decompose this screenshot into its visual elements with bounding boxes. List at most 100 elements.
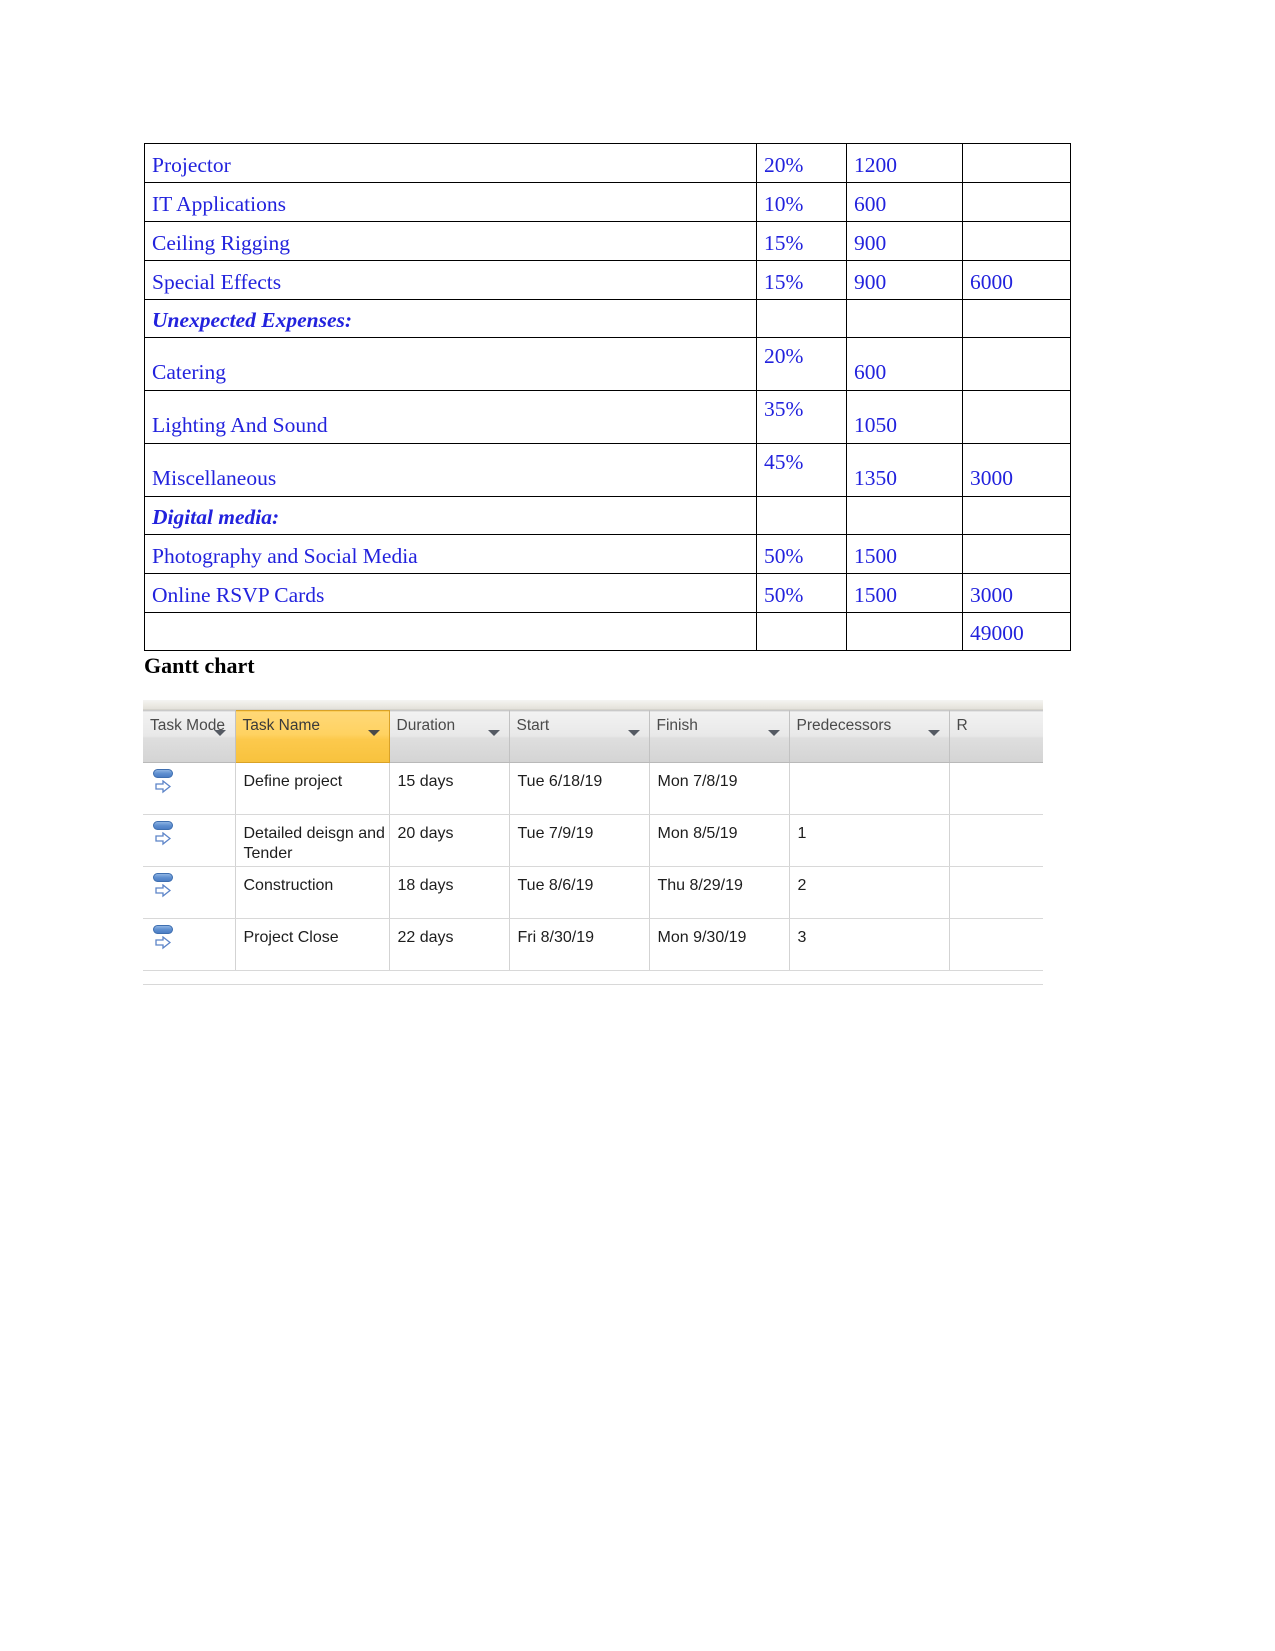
row-percent bbox=[756, 299, 847, 338]
manually-scheduled-icon bbox=[153, 769, 179, 799]
cell-task-mode[interactable] bbox=[143, 814, 236, 867]
table-row: Special Effects 15% 900 6000 bbox=[144, 260, 1071, 300]
column-header-clipped[interactable]: R bbox=[949, 710, 1043, 763]
table-row: Lighting And Sound 35% 1050 bbox=[144, 390, 1071, 444]
cell-task-name[interactable]: Project Close bbox=[235, 918, 390, 971]
cell-duration[interactable]: 20 days bbox=[389, 814, 510, 867]
cell-finish[interactable]: Mon 7/8/19 bbox=[649, 762, 790, 815]
table-row[interactable]: Construction 18 days Tue 8/6/19 Thu 8/29… bbox=[143, 866, 1043, 919]
table-row[interactable]: Project Close 22 days Fri 8/30/19 Mon 9/… bbox=[143, 918, 1043, 971]
gantt-grid-bottom-border bbox=[143, 984, 1043, 985]
chevron-down-icon[interactable] bbox=[627, 730, 640, 736]
cell-clipped[interactable] bbox=[949, 814, 1043, 867]
row-subtotal bbox=[962, 182, 1071, 222]
cell-duration[interactable]: 18 days bbox=[389, 866, 510, 919]
chevron-down-icon[interactable] bbox=[767, 730, 780, 736]
cell-task-name[interactable]: Detailed deisgn and Tender bbox=[235, 814, 390, 867]
grand-total-value: 49000 bbox=[962, 612, 1071, 651]
row-amount: 1350 bbox=[846, 443, 963, 497]
row-subtotal bbox=[962, 299, 1071, 338]
column-header-task-mode[interactable]: Task Mode bbox=[143, 710, 236, 763]
row-percent: 50% bbox=[756, 534, 847, 574]
row-percent: 10% bbox=[756, 182, 847, 222]
row-item-name: Special Effects bbox=[144, 260, 757, 300]
row-item-name: Online RSVP Cards bbox=[144, 573, 757, 613]
row-amount: 1500 bbox=[846, 573, 963, 613]
manually-scheduled-icon bbox=[153, 925, 179, 955]
cell-predecessors[interactable] bbox=[789, 762, 950, 815]
chevron-down-icon[interactable] bbox=[487, 730, 500, 736]
row-item-name: Catering bbox=[144, 337, 757, 391]
cell-start[interactable]: Fri 8/30/19 bbox=[509, 918, 650, 971]
row-subtotal bbox=[962, 337, 1071, 391]
row-subtotal bbox=[962, 534, 1071, 574]
table-row: Ceiling Rigging 15% 900 bbox=[144, 221, 1071, 261]
table-row: Projector 20% 1200 bbox=[144, 143, 1071, 183]
table-row[interactable]: Detailed deisgn and Tender 20 days Tue 7… bbox=[143, 814, 1043, 867]
gantt-header-row: Task Mode Task Name Duration Start Finis… bbox=[143, 710, 1043, 763]
cell-start[interactable]: Tue 6/18/19 bbox=[509, 762, 650, 815]
column-header-start[interactable]: Start bbox=[509, 710, 650, 763]
section-title-digital-media: Digital media: bbox=[144, 496, 757, 535]
row-item-name: Lighting And Sound bbox=[144, 390, 757, 444]
column-header-duration[interactable]: Duration bbox=[389, 710, 510, 763]
table-row: Miscellaneous 45% 1350 3000 bbox=[144, 443, 1071, 497]
row-amount: 1050 bbox=[846, 390, 963, 444]
pin-bar-shape bbox=[153, 873, 173, 882]
arrow-right-shape bbox=[155, 884, 171, 898]
row-percent: 20% bbox=[756, 143, 847, 183]
column-header-predecessors[interactable]: Predecessors bbox=[789, 710, 950, 763]
row-percent: 15% bbox=[756, 221, 847, 261]
row-amount: 600 bbox=[846, 337, 963, 391]
cell-task-mode[interactable] bbox=[143, 762, 236, 815]
table-row: IT Applications 10% 600 bbox=[144, 182, 1071, 222]
cell-finish[interactable]: Thu 8/29/19 bbox=[649, 866, 790, 919]
chevron-down-icon[interactable] bbox=[927, 730, 940, 736]
gantt-table-header: Task Mode Task Name Duration Start Finis… bbox=[143, 710, 1043, 763]
arrow-right-shape bbox=[155, 780, 171, 794]
cell-clipped[interactable] bbox=[949, 762, 1043, 815]
cell-task-name[interactable]: Construction bbox=[235, 866, 390, 919]
arrow-right-shape bbox=[155, 936, 171, 950]
cell-duration[interactable]: 22 days bbox=[389, 918, 510, 971]
gantt-chart-heading: Gantt chart bbox=[144, 653, 255, 678]
cell-predecessors[interactable]: 2 bbox=[789, 866, 950, 919]
row-percent: 45% bbox=[756, 443, 847, 497]
row-percent bbox=[756, 612, 847, 651]
table-row: Photography and Social Media 50% 1500 bbox=[144, 534, 1071, 574]
cell-duration[interactable]: 15 days bbox=[389, 762, 510, 815]
row-subtotal: 3000 bbox=[962, 443, 1071, 497]
gantt-chart-screenshot: Task Mode Task Name Duration Start Finis… bbox=[143, 700, 1043, 985]
row-item-name: IT Applications bbox=[144, 182, 757, 222]
table-row[interactable]: Define project 15 days Tue 6/18/19 Mon 7… bbox=[143, 762, 1043, 815]
chevron-down-icon[interactable] bbox=[367, 730, 380, 736]
chevron-down-icon[interactable] bbox=[213, 730, 226, 736]
column-header-task-name-label: Task Name bbox=[242, 717, 321, 734]
row-subtotal bbox=[962, 221, 1071, 261]
cell-task-mode[interactable] bbox=[143, 918, 236, 971]
document-page: Projector 20% 1200 IT Applications 10% 6… bbox=[0, 0, 1275, 1651]
column-header-task-name[interactable]: Task Name bbox=[234, 710, 390, 763]
cell-task-name[interactable]: Define project bbox=[235, 762, 390, 815]
row-percent: 15% bbox=[756, 260, 847, 300]
row-amount: 1200 bbox=[846, 143, 963, 183]
row-amount bbox=[846, 299, 963, 338]
cell-start[interactable]: Tue 8/6/19 bbox=[509, 866, 650, 919]
column-header-finish[interactable]: Finish bbox=[649, 710, 790, 763]
cell-clipped[interactable] bbox=[949, 866, 1043, 919]
budget-table-container: Projector 20% 1200 IT Applications 10% 6… bbox=[144, 143, 1071, 651]
cell-task-mode[interactable] bbox=[143, 866, 236, 919]
cell-finish[interactable]: Mon 9/30/19 bbox=[649, 918, 790, 971]
pin-bar-shape bbox=[153, 821, 173, 830]
table-row: Online RSVP Cards 50% 1500 3000 bbox=[144, 573, 1071, 613]
cell-clipped[interactable] bbox=[949, 918, 1043, 971]
cell-predecessors[interactable]: 1 bbox=[789, 814, 950, 867]
row-item-name: Miscellaneous bbox=[144, 443, 757, 497]
cell-finish[interactable]: Mon 8/5/19 bbox=[649, 814, 790, 867]
row-percent bbox=[756, 496, 847, 535]
table-section-row: Unexpected Expenses: bbox=[144, 299, 1071, 338]
cell-start[interactable]: Tue 7/9/19 bbox=[509, 814, 650, 867]
manually-scheduled-icon bbox=[153, 873, 179, 903]
cell-predecessors[interactable]: 3 bbox=[789, 918, 950, 971]
table-total-row: 49000 bbox=[144, 612, 1071, 651]
